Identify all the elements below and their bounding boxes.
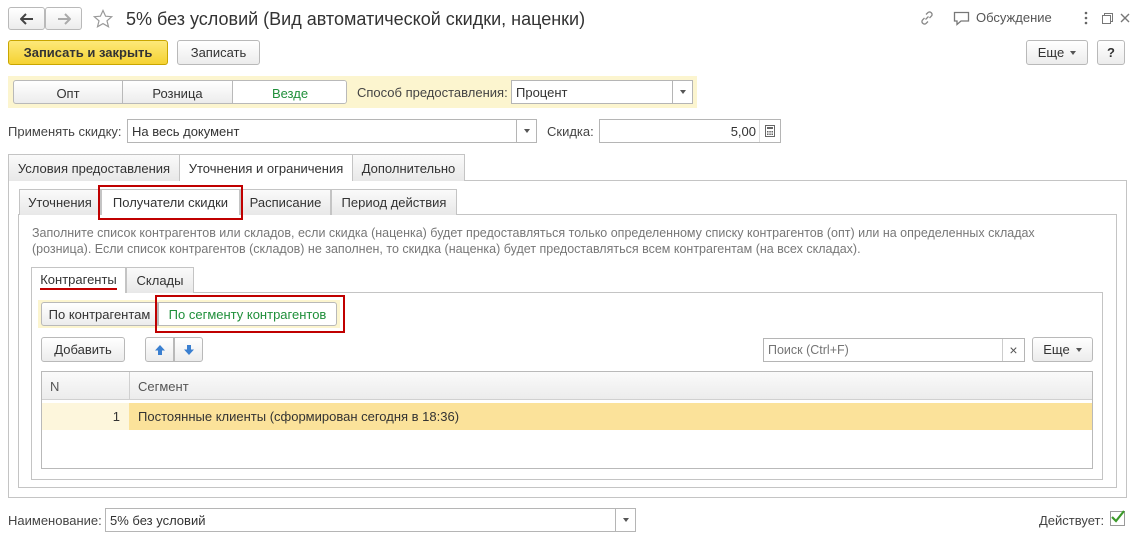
discount-label: Скидка: (547, 124, 594, 139)
discussion-link[interactable]: Обсуждение (976, 10, 1052, 25)
page-title: 5% без условий (Вид автоматической скидк… (126, 9, 586, 29)
method-select[interactable]: Процент (511, 80, 693, 104)
arrow-up-icon (154, 344, 165, 355)
discount-value: 5,00 (730, 123, 756, 139)
calculator-icon (765, 125, 775, 137)
method-dropdown-button[interactable] (672, 80, 693, 104)
more-vertical-icon[interactable] (1078, 8, 1094, 28)
discount-input[interactable]: 5,00 (599, 119, 781, 143)
tab-counterparties-label: Контрагенты (40, 272, 117, 290)
tab-validity-period[interactable]: Период действия (331, 189, 457, 215)
link-icon[interactable] (917, 8, 937, 28)
info-text-line-2: (розница). Если список контрагентов (скл… (32, 242, 861, 256)
name-input[interactable]: 5% без условий (105, 508, 636, 532)
discussion-icon[interactable] (951, 8, 971, 28)
close-icon[interactable] (1116, 8, 1134, 28)
more-menu-label: Еще (1037, 45, 1065, 60)
add-button[interactable]: Добавить (41, 337, 125, 362)
apply-select[interactable]: На весь документ (127, 119, 537, 143)
mode-by-counterparties[interactable]: По контрагентам (41, 302, 158, 326)
scope-option-retail[interactable]: Розница (123, 81, 233, 103)
list-more-button[interactable]: Еще (1032, 337, 1093, 362)
chevron-down-icon (622, 518, 629, 522)
method-label: Способ предоставления: (357, 85, 508, 100)
move-down-button[interactable] (174, 337, 203, 362)
segment-mode-highlight (155, 295, 345, 333)
search-input[interactable]: × (763, 338, 1025, 362)
row-segment: Постоянные клиенты (сформирован сегодня … (138, 409, 460, 424)
apply-label: Применять скидку: (8, 124, 122, 139)
restore-icon[interactable] (1098, 8, 1116, 28)
help-button[interactable]: ? (1097, 40, 1125, 65)
chevron-down-icon (523, 129, 530, 133)
scope-option-wholesale[interactable]: Опт (14, 81, 123, 103)
table-header: N Сегмент (42, 372, 1092, 400)
move-up-button[interactable] (145, 337, 174, 362)
tab-counterparties[interactable]: Контрагенты (31, 267, 126, 293)
apply-value: На весь документ (132, 123, 240, 139)
arrow-left-icon (19, 12, 33, 25)
tab-schedule[interactable]: Расписание (240, 189, 331, 215)
search-field[interactable] (768, 343, 998, 357)
chevron-down-icon (1070, 50, 1077, 55)
segment-table: N Сегмент 1 Постоянные клиенты (сформиро… (41, 371, 1093, 469)
arrow-right-icon (57, 12, 71, 25)
star-icon[interactable] (91, 7, 115, 31)
method-value: Процент (516, 84, 568, 100)
table-row[interactable]: 1 Постоянные клиенты (сформирован сегодн… (42, 403, 1092, 430)
list-more-label: Еще (1043, 342, 1070, 357)
recipients-tab-highlight (98, 185, 243, 220)
chevron-down-icon (1075, 347, 1082, 352)
checkmark-icon (1111, 510, 1125, 523)
column-header-n[interactable]: N (50, 372, 120, 400)
apply-dropdown-button[interactable] (516, 119, 537, 143)
scope-selector: Опт Розница Везде (13, 80, 347, 104)
arrow-down-icon (183, 344, 194, 355)
tab-conditions[interactable]: Условия предоставления (8, 154, 180, 181)
tab-refinements-restrictions[interactable]: Уточнения и ограничения (179, 154, 353, 181)
active-checkbox[interactable] (1110, 510, 1125, 526)
forward-button[interactable] (45, 7, 82, 30)
row-segment-cell: Постоянные клиенты (сформирован сегодня … (129, 403, 1092, 430)
name-value: 5% без условий (110, 512, 206, 528)
save-and-close-button[interactable]: Записать и закрыть (8, 40, 168, 65)
search-clear-button[interactable]: × (1002, 339, 1024, 361)
tab-additional[interactable]: Дополнительно (352, 154, 465, 181)
chevron-down-icon (679, 90, 686, 94)
scope-option-everywhere[interactable]: Везде (233, 81, 346, 103)
info-text-line-1: Заполните список контрагентов или складо… (32, 226, 1035, 240)
row-number-cell: 1 (42, 403, 129, 430)
tab-warehouses[interactable]: Склады (126, 267, 194, 293)
save-button[interactable]: Записать (177, 40, 260, 65)
more-menu-button[interactable]: Еще (1026, 40, 1088, 65)
calculator-button[interactable] (759, 120, 780, 142)
column-divider (129, 372, 130, 400)
name-label: Наименование: (8, 513, 102, 528)
column-header-segment[interactable]: Сегмент (138, 372, 738, 400)
row-number: 1 (112, 409, 120, 424)
clear-icon: × (1009, 342, 1018, 358)
name-dropdown-button[interactable] (615, 508, 636, 532)
tab-refinements[interactable]: Уточнения (19, 189, 101, 215)
active-label: Действует: (1039, 513, 1105, 528)
back-button[interactable] (8, 7, 45, 30)
